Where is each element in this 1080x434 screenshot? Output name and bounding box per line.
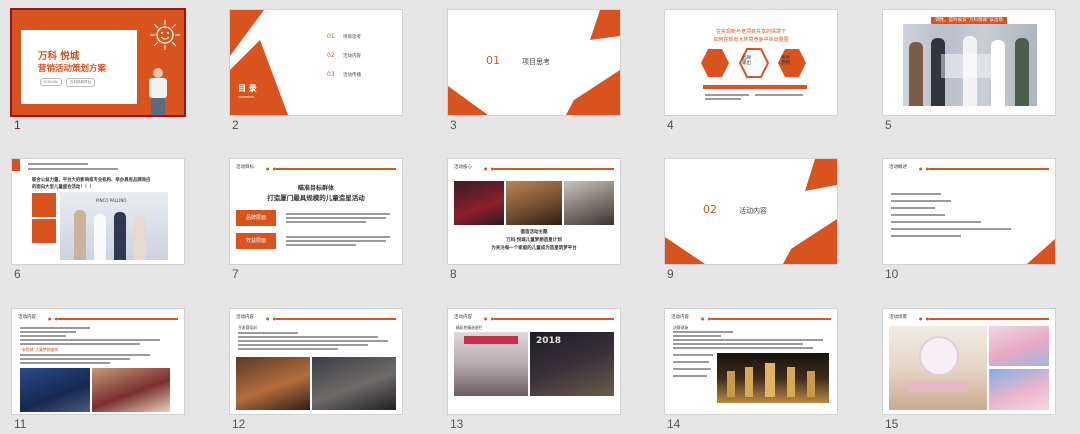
benefit-level-button: 效益层面 (236, 233, 276, 249)
stage-year-text: 2018 (536, 336, 562, 346)
fashion-show-photo: PINCO PALLINO (60, 192, 168, 260)
hexagon-diagram (701, 48, 806, 78)
slide-label: 活动核心 (454, 165, 472, 170)
event-photo-2 (92, 368, 170, 412)
runway-photo (903, 24, 1037, 106)
opera-photo (236, 357, 310, 410)
slide-label: 活动内容 (454, 315, 472, 320)
section-number: 02 (703, 203, 717, 216)
slide-banner: 调性，是时候说“万科悦城”该出场 (883, 17, 1055, 24)
slide-number: 10 (885, 267, 899, 281)
hexagon-label-2: 事件 营销 (781, 56, 790, 66)
slide-number: 6 (14, 267, 21, 281)
slide-label: 活动场景 (889, 315, 907, 320)
corner-shapes (230, 10, 288, 115)
brand-text: PINCO PALLINO (96, 198, 127, 203)
divider-bar (703, 85, 807, 89)
venue-photo-3 (989, 369, 1049, 410)
slide-number: 11 (14, 417, 27, 431)
banner-text: 调性，是时候说“万科悦城”该出场 (931, 17, 1007, 24)
brand-level-button: 品牌层面 (236, 210, 276, 226)
toc-item-label: 项目思考 (343, 35, 361, 40)
slide-number: 14 (667, 417, 681, 431)
slide-label: 活动内容 (671, 315, 689, 320)
stage-photo-3 (564, 181, 614, 225)
hexagon-label-1: 品牌 输出 (742, 56, 751, 66)
event-subtitle: 开发赛培训 (238, 325, 257, 330)
slide-heading-line1: 瞄准目标群体 (297, 185, 334, 192)
venue-photo-1 (889, 326, 987, 410)
core-line1: 倡造活动主题 (520, 230, 548, 235)
toc-item-label: 活动传播 (343, 73, 361, 78)
toc-subtitle: CONTENTS (238, 95, 255, 99)
core-line2: 万科 悦城儿童梦想造星计划 (506, 238, 562, 243)
event-subtitle: “安悦城”儿童梦想盛典 (20, 347, 59, 352)
slide-number: 9 (667, 267, 674, 281)
slide-heading-line2: 打造厦门最具规模的儿童造星活动 (267, 194, 365, 202)
section-title: 活动内容 (739, 207, 767, 215)
slide-label: 活动目标 (236, 165, 254, 170)
slide-number: 12 (232, 417, 246, 431)
corner-shapes (1027, 239, 1055, 264)
slide-number: 8 (450, 267, 457, 281)
stage-photo-2 (506, 181, 562, 225)
slide-number: 15 (885, 417, 899, 431)
core-line3: 为关注每一个家庭的儿童成为造星筑梦平台 (491, 246, 577, 251)
slogan-line2: 的面向大型儿童盛会活动！！！ (32, 185, 94, 190)
slide-number: 5 (885, 118, 892, 132)
slide-heading-line2: 如何在现有大环境竞争中杀出重围 (713, 37, 789, 43)
slide-number: 4 (667, 118, 674, 132)
toc-item-label: 活动内容 (343, 54, 361, 59)
toc-title: 目 录 (238, 84, 257, 93)
slide-heading-line1: 在实现新与老项目共享的情境下 (715, 29, 786, 35)
tag-2: 万科悦城项目 (66, 78, 95, 87)
slide-number: 2 (232, 118, 239, 132)
award-stage-photo: 2018 (530, 332, 614, 396)
section-title: 项目思考 (522, 58, 550, 66)
toc-item-number: 03 (327, 71, 335, 78)
child-figure-image (146, 68, 170, 115)
catwalk-photo (454, 332, 528, 396)
slide-number: 1 (14, 118, 21, 132)
toc-item-number: 02 (327, 52, 335, 59)
trophies-photo (717, 353, 829, 403)
tag-1: SHIGAN (40, 78, 62, 86)
event-subtitle: 精彩热情造星栏 (456, 325, 483, 330)
stage-photo-1 (454, 181, 504, 225)
venue-photo-2 (989, 326, 1049, 366)
slogan-line1: 联合公益力量，平台大的影响或专业机构、举办具有品牌效应 (32, 178, 151, 183)
slide-label: 活动内容 (18, 315, 36, 320)
toc-item-number: 01 (327, 33, 335, 40)
slide-title-line1: 万科 悦城 (38, 51, 80, 62)
slide-label: 活动内容 (236, 315, 254, 320)
slide-number: 3 (450, 118, 457, 132)
slide-number: 7 (232, 267, 239, 281)
event-photo-1 (20, 368, 90, 412)
training-photo (312, 357, 396, 410)
slide-title-line2: 营销活动策划方案 (38, 64, 107, 74)
section-number: 01 (486, 54, 500, 67)
slide-number: 13 (450, 417, 464, 431)
sun-doodle-icon (150, 20, 180, 50)
